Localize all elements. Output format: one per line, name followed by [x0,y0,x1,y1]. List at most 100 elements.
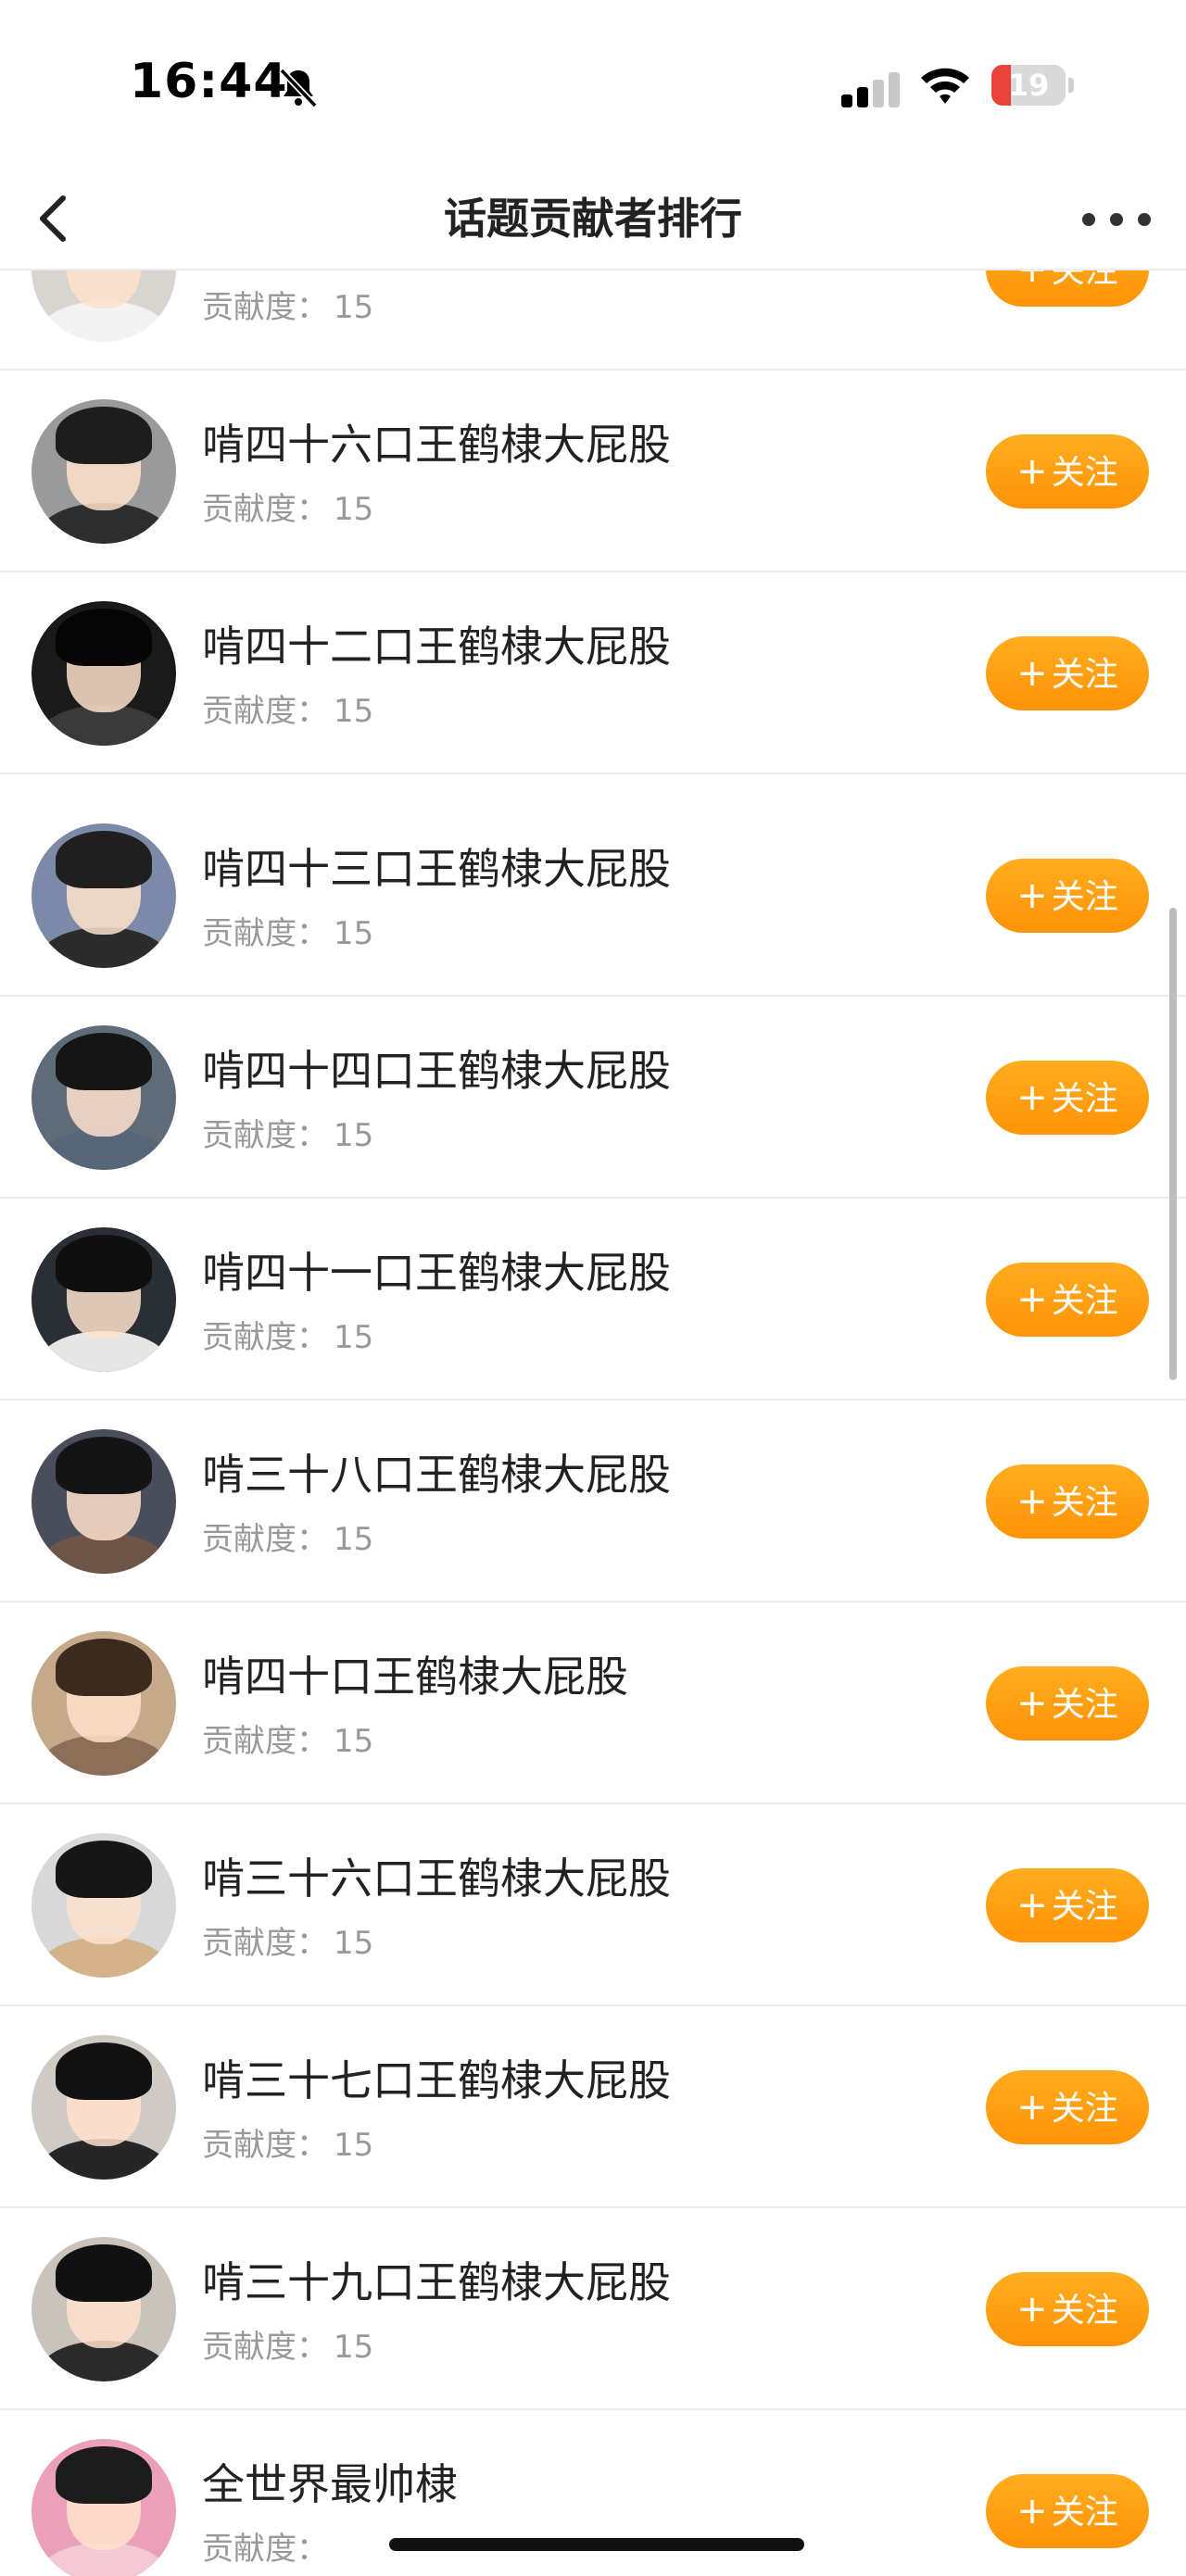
list-item[interactable]: 啃四十二口王鹤棣大屁股贡献度： 15 + 关注 [0,572,1186,774]
contribution-text: 贡献度： 15 [202,1110,373,1155]
contribution-label: 贡献度： [202,693,328,730]
wifi-icon [921,68,969,104]
follow-button[interactable]: +关注 [986,1868,1149,1942]
list-item[interactable]: 啃四十一口王鹤棣大屁股 贡献度： 15 + 关注 [0,1199,1186,1401]
contribution-label: 贡献度： [202,289,328,326]
user-name[interactable]: 啃四十四口王鹤棣大屁股 [202,1037,671,1099]
home-indicator[interactable] [389,2538,804,2551]
contribution-label: 贡献度： [202,1925,328,1962]
user-name[interactable]: 啃三十六口王鹤棣大屁股 [202,1845,671,1906]
user-name[interactable]: 啃四十口王鹤棣大屁股 [202,1643,628,1704]
user-name[interactable]: 啃三十七口王鹤棣大屁股 [202,2047,671,2108]
more-button[interactable] [1075,198,1158,239]
battery-level-text: 19 [1007,68,1050,103]
list-item[interactable]: 啃四十六口王鹤棣大屁股贡献度： 15 + 关注 [0,371,1186,572]
avatar-hair [56,1235,152,1292]
follow-label: 关注 [1051,1888,1118,1926]
contribution-value: 15 [334,1925,374,1962]
avatar-hair [56,407,152,464]
follow-label: 关注 [1051,1080,1118,1118]
contribution-value: 15 [334,491,374,528]
page-title: 话题贡献者排行 [444,194,742,244]
list-item[interactable]: 啃四十四口王鹤棣大屁股贡献度： 15 + 关注 [0,997,1186,1199]
avatar[interactable] [32,823,176,968]
list-item[interactable]: 啃三十六口王鹤棣大屁股贡献度： 15 + 关注 [0,1804,1186,2006]
cellular-signal-icon [841,72,900,107]
contribution-text: 贡献度： 15 [202,908,373,953]
avatar[interactable] [32,2035,176,2180]
list-item[interactable]: 全世界最帅棣贡献度： + 关注 [0,2410,1186,2576]
avatar-hair [56,2244,152,2302]
avatar[interactable] [32,1025,176,1170]
avatar[interactable] [32,1429,176,1574]
avatar[interactable] [32,2439,176,2576]
follow-label: 关注 [1051,2090,1118,2128]
avatar[interactable] [32,399,176,544]
avatar[interactable] [32,1631,176,1776]
back-button[interactable] [26,187,82,250]
user-name[interactable]: 啃四十一口王鹤棣大屁股 [202,1239,671,1301]
user-name[interactable]: 啃四十三口王鹤棣大屁股 [202,836,671,897]
list-item[interactable]: 啃三十八口王鹤棣大屁股贡献度： 15 + 关注 [0,1401,1186,1602]
contribution-label: 贡献度： [202,491,328,528]
follow-button[interactable]: +关注 [986,1666,1149,1740]
contribution-label: 贡献度： [202,1117,328,1154]
contribution-label: 贡献度： [202,2531,328,2568]
plus-icon: + [1016,1278,1048,1321]
avatar-hair [56,1639,152,1696]
user-name[interactable]: 全世界最帅棣 [202,2451,458,2512]
avatar-hair [56,2042,152,2100]
plus-icon: + [1016,2288,1048,2331]
avatar[interactable] [32,270,176,342]
plus-icon: + [1016,2490,1048,2532]
avatar[interactable] [32,2237,176,2381]
follow-label: 关注 [1051,656,1118,694]
contribution-label: 贡献度： [202,915,328,952]
plus-icon: + [1016,1682,1048,1725]
plus-icon: + [1016,1480,1048,1523]
follow-button[interactable]: +关注 [986,2070,1149,2144]
user-name[interactable]: 啃四十六口王鹤棣大屁股 [202,411,671,472]
contribution-text: 贡献度： 15 [202,2321,373,2367]
avatar[interactable] [32,1833,176,1978]
battery-icon: 19 [991,65,1075,106]
follow-button[interactable]: +关注 [986,1061,1149,1135]
list-item[interactable]: 啃四十口王鹤棣大屁股贡献度： 15 + 关注 [0,1602,1186,1804]
status-time: 16:44 [130,54,288,109]
follow-button[interactable]: +关注 [986,636,1149,710]
bell-slash-icon [279,68,318,108]
list-item[interactable]: 咸鱼也要飞升啦贡献度：15+关注 [0,270,1186,371]
scrollbar[interactable] [1169,908,1177,1380]
user-name[interactable]: 啃三十八口王鹤棣大屁股 [202,1441,671,1502]
follow-button[interactable]: +关注 [986,2474,1149,2548]
contribution-text: 贡献度： [202,2523,334,2569]
follow-label: 关注 [1051,270,1118,290]
contribution-text: 贡献度： 15 [202,1715,373,1761]
contribution-text: 贡献度： 15 [202,484,373,529]
list-item[interactable]: 啃四十三口王鹤棣大屁股贡献度： 15 + 关注 [0,795,1186,997]
avatar[interactable] [32,1227,176,1372]
avatar-hair [56,2446,152,2504]
follow-button[interactable]: +关注 [986,270,1149,307]
follow-button[interactable]: +关注 [986,2272,1149,2346]
follow-button[interactable]: +关注 [986,1263,1149,1337]
list-item[interactable]: 啃三十七口王鹤棣大屁股贡献度： 15 + 关注 [0,2006,1186,2208]
follow-button[interactable]: +关注 [986,859,1149,933]
avatar-hair [56,831,152,888]
plus-icon: + [1016,1884,1048,1927]
follow-button[interactable]: +关注 [986,434,1149,509]
follow-label: 关注 [1051,2494,1118,2532]
follow-button[interactable]: +关注 [986,1464,1149,1539]
contribution-text: 贡献度： 15 [202,1514,373,1559]
nav-bar: 话题贡献者排行 [0,167,1186,270]
contribution-text: 贡献度： 15 [202,685,373,731]
contribution-text: 贡献度： 15 [202,2119,373,2165]
avatar[interactable] [32,601,176,746]
status-bar: 16:44 19 [0,0,1186,167]
contribution-value: 15 [334,2329,374,2366]
plus-icon: + [1016,652,1048,695]
user-name[interactable]: 啃三十九口王鹤棣大屁股 [202,2249,671,2310]
contribution-label: 贡献度： [202,2329,328,2366]
list-item[interactable]: 啃三十九口王鹤棣大屁股贡献度： 15 + 关注 [0,2208,1186,2410]
user-name[interactable]: 啃四十二口王鹤棣大屁股 [202,613,671,674]
